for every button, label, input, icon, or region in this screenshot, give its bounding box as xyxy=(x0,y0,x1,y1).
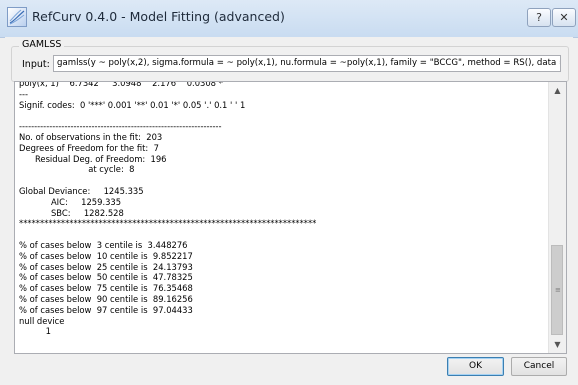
output-line: --- xyxy=(19,88,29,99)
output-line: 1 xyxy=(19,326,51,337)
output-line: Signif. codes: 0 '***' 0.001 '**' 0.01 '… xyxy=(19,99,246,110)
output-line: at cycle: 8 xyxy=(19,164,135,175)
output-line: poly(x, 1) 6.7342 3.0948 2.176 0.0308 * xyxy=(19,81,223,88)
close-button[interactable]: ✕ xyxy=(552,8,576,27)
dialog-body: GAMLSS Input: gamlss(y ~ poly(x,2), sigm… xyxy=(5,37,573,380)
cancel-button[interactable]: Cancel xyxy=(511,357,567,376)
input-label: Input: xyxy=(22,59,50,70)
output-line: % of cases below 25 centile is 24.13793 xyxy=(19,261,193,272)
output-line: AIC: 1259.335 xyxy=(19,196,122,207)
groupbox-title: GAMLSS xyxy=(19,39,65,50)
gamlss-groupbox: GAMLSS Input: gamlss(y ~ poly(x,2), sigm… xyxy=(11,39,569,82)
output-line: SBC: 1282.528 xyxy=(19,207,124,218)
output-line: % of cases below 50 centile is 47.78325 xyxy=(19,272,193,283)
title-bar: RefCurv 0.4.0 - Model Fitting (advanced)… xyxy=(0,0,578,38)
formula-input[interactable]: gamlss(y ~ poly(x,2), sigma.formula = ~ … xyxy=(53,55,561,72)
scroll-thumb[interactable]: ≡ xyxy=(551,245,563,335)
output-line: ----------------------------------------… xyxy=(19,121,222,132)
vertical-scrollbar[interactable]: ▲ ≡ ▼ xyxy=(548,82,566,353)
scroll-down-arrow-icon[interactable]: ▼ xyxy=(549,336,566,353)
output-line: % of cases below 97 centile is 97.04433 xyxy=(19,304,193,315)
output-line: ****************************************… xyxy=(19,218,317,229)
output-line: Residual Deg. of Freedom: 196 xyxy=(19,153,167,164)
output-line: % of cases below 3 centile is 3.448276 xyxy=(19,239,188,250)
scroll-up-arrow-icon[interactable]: ▲ xyxy=(549,82,566,99)
app-icon xyxy=(7,7,27,27)
output-line: No. of observations in the fit: 203 xyxy=(19,131,163,142)
ok-button[interactable]: OK xyxy=(447,357,504,376)
help-button[interactable]: ? xyxy=(527,8,551,27)
output-console[interactable]: poly(x, 1) 6.7342 3.0948 2.176 0.0308 * -… xyxy=(14,81,567,354)
output-line: Degrees of Freedom for the fit: 7 xyxy=(19,142,159,153)
output-line: null device xyxy=(19,315,65,326)
output-line: % of cases below 10 centile is 9.852217 xyxy=(19,250,193,261)
output-line: % of cases below 90 centile is 89.16256 xyxy=(19,293,193,304)
window-title: RefCurv 0.4.0 - Model Fitting (advanced) xyxy=(32,9,285,24)
grip-icon: ≡ xyxy=(555,286,561,294)
output-line: Global Deviance: 1245.335 xyxy=(19,185,144,196)
output-lines: poly(x, 1) 6.7342 3.0948 2.176 0.0308 * -… xyxy=(19,81,549,337)
output-line: % of cases below 75 centile is 76.35468 xyxy=(19,283,193,294)
